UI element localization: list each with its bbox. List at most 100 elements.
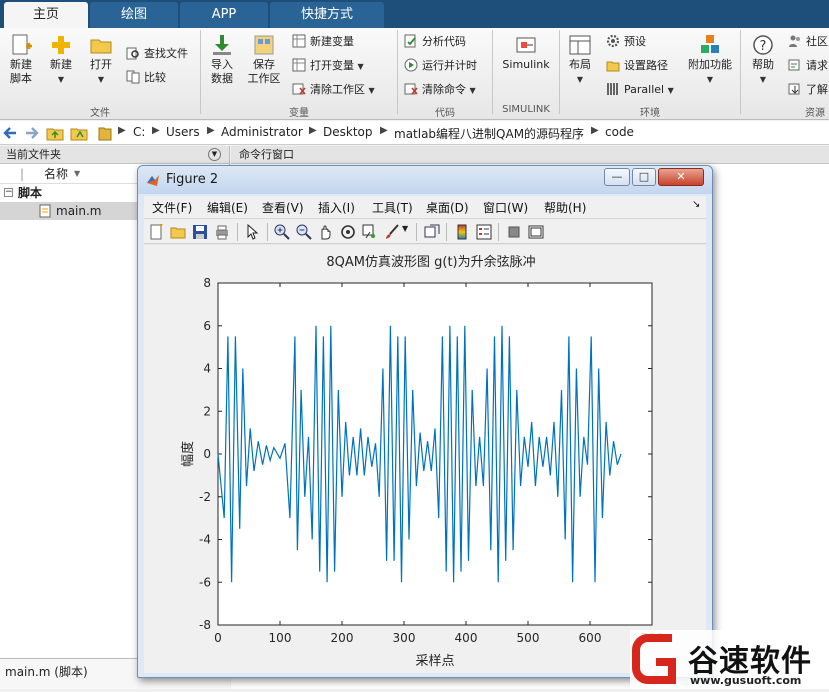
new-script-button[interactable]: 新建 脚本 — [4, 34, 38, 86]
print-icon[interactable] — [214, 224, 230, 240]
menu-edit[interactable]: 编辑(E) — [207, 199, 248, 216]
axes-box[interactable] — [217, 282, 653, 626]
column-divider: | — [20, 167, 25, 181]
menu-file[interactable]: 文件(F) — [152, 199, 192, 216]
y-tick-label: 0 — [203, 447, 211, 461]
clear-commands-button[interactable]: 清除命令 ▼ — [404, 80, 476, 100]
menu-tools[interactable]: 工具(T) — [372, 199, 413, 216]
watermark-logo: 谷速软件 www.gusuoft.com — [630, 630, 829, 689]
save-icon[interactable] — [192, 224, 208, 240]
clear-workspace-icon — [292, 83, 306, 95]
menu-insert[interactable]: 插入(I) — [318, 199, 355, 216]
simulink-button[interactable]: Simulink — [498, 34, 554, 72]
tab-shortcuts[interactable]: 快捷方式 — [270, 2, 384, 28]
parallel-button[interactable]: Parallel ▼ — [606, 80, 674, 100]
path-separator: ▶ — [207, 125, 215, 136]
path-segment[interactable]: Administrator — [221, 125, 303, 139]
help-button[interactable]: ? 帮助 ▼ — [746, 34, 780, 87]
path-segment[interactable]: Users — [166, 125, 200, 139]
ribbon-divider — [492, 30, 493, 114]
menu-help[interactable]: 帮助(H) — [544, 199, 586, 216]
pointer-icon[interactable] — [244, 224, 260, 240]
ribbon-tab-bar: 主页 绘图 APP 快捷方式 — [0, 0, 829, 28]
x-tick-label: 400 — [455, 631, 478, 645]
link-plot-icon[interactable] — [424, 224, 440, 240]
import-data-button[interactable]: 导入 数据 — [204, 34, 240, 86]
script-file-icon — [39, 204, 51, 218]
tab-home[interactable]: 主页 — [4, 2, 88, 28]
find-files-label: 查找文件 — [144, 47, 188, 60]
tab-apps[interactable]: APP — [180, 2, 268, 28]
open-variable-icon — [292, 58, 306, 72]
collapse-icon[interactable]: − — [4, 188, 13, 197]
set-path-button[interactable]: 设置路径 — [606, 56, 668, 76]
chevron-down-icon: ▼ — [97, 75, 105, 84]
data-cursor-icon[interactable] — [362, 224, 378, 240]
maximize-button[interactable]: □ — [632, 168, 656, 186]
x-tick-label: 100 — [269, 631, 292, 645]
ribbon-divider — [397, 30, 398, 114]
up-folder-icon[interactable] — [46, 125, 64, 141]
new-figure-icon[interactable] — [148, 224, 164, 240]
path-segment[interactable]: C: — [133, 125, 145, 139]
community-button[interactable]: 社区 — [788, 32, 828, 52]
path-separator: ▶ — [309, 125, 317, 136]
parallel-icon — [607, 83, 618, 95]
run-and-time-button[interactable]: 运行并计时 — [404, 56, 477, 76]
current-folder-title: 当前文件夹 — [6, 148, 61, 161]
chevron-down-icon[interactable]: ▼ — [402, 224, 408, 233]
path-segment[interactable]: code — [605, 125, 634, 139]
menu-view[interactable]: 查看(V) — [262, 199, 304, 216]
dock-arrow-icon[interactable]: ↘ — [692, 199, 700, 210]
clear-workspace-button[interactable]: 清除工作区 ▼ — [292, 80, 375, 100]
forward-arrow-icon[interactable] — [24, 125, 40, 141]
preferences-button[interactable]: 预设 — [606, 32, 646, 52]
colorbar-icon[interactable] — [454, 224, 470, 240]
figure-titlebar[interactable]: Figure 2 — □ ✕ — [138, 166, 712, 194]
toolbar-divider — [267, 223, 268, 241]
toolbar-divider — [237, 223, 238, 241]
panel-menu-icon[interactable]: ▼ — [208, 148, 221, 161]
addons-button[interactable]: 附加功能 ▼ — [686, 34, 734, 87]
layout-button[interactable]: 布局 ▼ — [564, 34, 596, 87]
chart-title: 8QAM仿真波形图 g(t)为升余弦脉冲 — [326, 254, 535, 270]
open-variable-button[interactable]: 打开变量 ▼ — [292, 56, 364, 76]
menu-desktop[interactable]: 桌面(D) — [426, 199, 469, 216]
folder-icon — [90, 39, 112, 54]
legend-icon[interactable] — [476, 224, 492, 240]
compare-button[interactable]: 比较 — [126, 68, 166, 88]
path-segment[interactable]: matlab编程八进制QAM的源码程序 — [394, 125, 584, 142]
path-separator: ▶ — [591, 125, 599, 136]
new-button[interactable]: 新建 ▼ — [44, 34, 78, 87]
tab-plots[interactable]: 绘图 — [90, 2, 178, 28]
show-plot-tools-icon[interactable] — [528, 224, 544, 240]
analyze-code-button[interactable]: 分析代码 — [404, 32, 466, 52]
zoom-out-icon[interactable] — [296, 224, 312, 240]
browse-folder-icon[interactable] — [70, 125, 88, 141]
save-workspace-button[interactable]: 保存 工作区 — [244, 34, 284, 86]
request-support-button[interactable]: 请求 — [788, 56, 828, 76]
plot-area[interactable]: 8QAM仿真波形图 g(t)为升余弦脉冲 0 100 200 300 400 500 600… — [144, 245, 706, 673]
open-button[interactable]: 打开 ▼ — [84, 34, 118, 87]
brush-icon[interactable] — [384, 224, 400, 240]
back-arrow-icon[interactable] — [2, 125, 18, 141]
open-file-icon[interactable] — [170, 224, 186, 240]
gear-icon — [606, 34, 620, 48]
close-button[interactable]: ✕ — [658, 168, 704, 186]
addons-label: 附加功能 — [688, 58, 732, 71]
minimize-button[interactable]: — — [604, 168, 630, 186]
learn-matlab-button[interactable]: 了解 — [788, 80, 828, 100]
figure-canvas[interactable]: 8QAM仿真波形图 g(t)为升余弦脉冲 0 100 200 300 400 500 600… — [144, 245, 706, 673]
find-files-button[interactable]: 查找文件 — [126, 44, 188, 64]
hide-plot-tools-icon[interactable] — [506, 224, 522, 240]
menu-window[interactable]: 窗口(W) — [483, 199, 528, 216]
x-tick-label: 200 — [331, 631, 354, 645]
community-label: 社区 — [806, 35, 828, 48]
rotate-3d-icon[interactable] — [340, 224, 356, 240]
preferences-label: 预设 — [624, 35, 646, 48]
new-variable-button[interactable]: 新建变量 — [292, 32, 354, 52]
run-and-time-label: 运行并计时 — [422, 59, 477, 72]
pan-icon[interactable] — [318, 224, 334, 240]
zoom-in-icon[interactable] — [274, 224, 290, 240]
path-segment[interactable]: Desktop — [323, 125, 373, 139]
